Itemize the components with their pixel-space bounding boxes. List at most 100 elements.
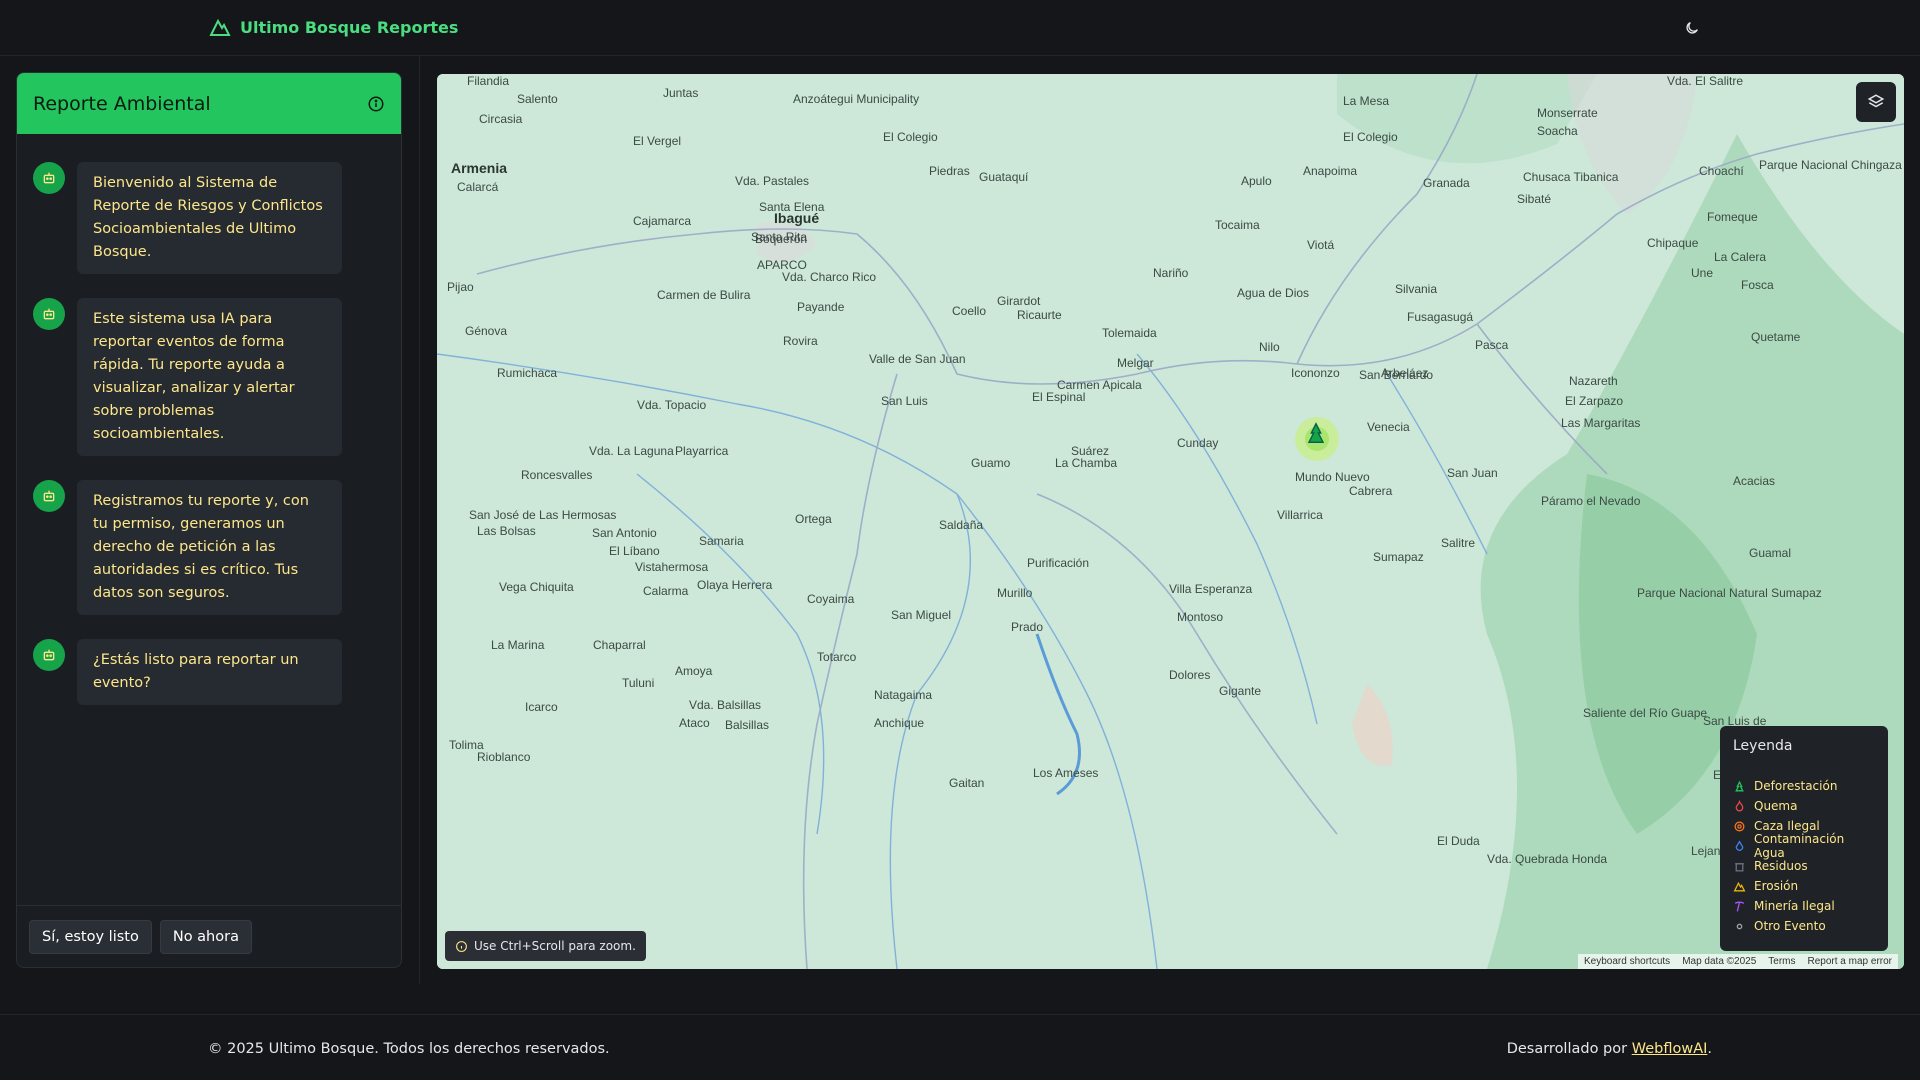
map-place-label: Carmen Apicala xyxy=(1057,378,1142,392)
pickaxe-icon xyxy=(1733,900,1746,913)
map-place-label: Guataquí xyxy=(979,170,1029,184)
info-icon[interactable] xyxy=(367,95,385,113)
not-now-button[interactable]: No ahora xyxy=(159,919,252,954)
layers-icon xyxy=(1867,94,1885,108)
map-place-label: Villarrica xyxy=(1277,508,1323,522)
map-place-label: Gaitan xyxy=(949,776,985,790)
map-place-label: Vda. Balsillas xyxy=(689,698,762,712)
layers-button[interactable] xyxy=(1856,82,1896,122)
map-place-label: Fosca xyxy=(1741,278,1774,292)
map-place-label: Amoya xyxy=(675,664,713,678)
legend-item: Minería Ilegal xyxy=(1733,896,1875,916)
map-place-label: Melgar xyxy=(1117,356,1154,370)
map-place-label: Vega Chiquita xyxy=(499,580,574,594)
map-place-label: Gigante xyxy=(1219,684,1262,698)
zoom-hint: Use Ctrl+Scroll para zoom. xyxy=(445,931,646,961)
terms-link[interactable]: Terms xyxy=(1768,956,1795,967)
map-legend: Leyenda Deforestación Quema Caza Ilegal Con… xyxy=(1720,726,1888,951)
legend-item: Quema xyxy=(1733,796,1875,816)
map-place-label: Playarrica xyxy=(675,444,729,458)
legend-label: Contaminación Agua xyxy=(1754,832,1845,860)
legend-label: Residuos xyxy=(1754,859,1808,873)
droplet-icon xyxy=(1733,839,1746,853)
map-view[interactable]: Filandia Salento Juntas Anzoátegui Municipa… xyxy=(437,74,1904,969)
map-attribution: Keyboard shortcuts Map data ©2025 Terms … xyxy=(1578,954,1898,969)
map-place-label: Filandia xyxy=(467,74,510,88)
map-place-label: Une xyxy=(1691,266,1714,280)
map-place-label: Fusagasugá xyxy=(1407,310,1474,324)
robot-icon xyxy=(43,649,55,661)
keyboard-shortcuts-link[interactable]: Keyboard shortcuts xyxy=(1584,956,1670,967)
map-place-label: Girardot xyxy=(997,294,1041,308)
brand-title: Ultimo Bosque Reportes xyxy=(240,17,459,37)
map-place-label: Calarma xyxy=(643,584,689,598)
map-place-label: Silvania xyxy=(1395,282,1438,296)
map-place-label: Tuluni xyxy=(622,676,655,690)
map-place-label: El Colegio xyxy=(883,130,938,144)
message-list: Bienvenido al Sistema de Reporte de Ries… xyxy=(33,162,385,729)
map-place-label: Vda. Topacio xyxy=(637,398,707,412)
map-place-label: Venecia xyxy=(1367,420,1410,434)
ready-button[interactable]: Sí, estoy listo xyxy=(29,919,152,954)
map-place-label: Chipaque xyxy=(1647,236,1699,250)
map-place-label: El Colegio xyxy=(1343,130,1398,144)
map-place-label: Coyaima xyxy=(807,592,855,606)
legend-item: Deforestación xyxy=(1733,776,1875,796)
map-place-label: Parque Nacional Natural Sumapaz xyxy=(1637,586,1822,600)
map-place-label: San Antonio xyxy=(592,526,657,540)
robot-icon xyxy=(43,308,55,320)
webflowai-link[interactable]: WebflowAI xyxy=(1632,1041,1708,1057)
map-place-label: Nilo xyxy=(1259,340,1280,354)
map-place-label: Totarco xyxy=(817,650,857,664)
map-place-label: Carmen de Bulira xyxy=(657,288,751,302)
message-bubble: Bienvenido al Sistema de Reporte de Ries… xyxy=(77,162,342,274)
map-place-label: Rioblanco xyxy=(477,750,531,764)
chat-actions: Sí, estoy listo No ahora xyxy=(17,905,401,967)
map-place-label: Juntas xyxy=(663,86,699,100)
dot-icon xyxy=(1733,920,1746,933)
report-error-link[interactable]: Report a map error xyxy=(1808,956,1892,967)
map-place-label: San José de Las Hermosas xyxy=(469,508,617,522)
map-place-label: Santa Rita xyxy=(751,230,808,244)
map-place-label: Ataco xyxy=(679,716,710,730)
map-place-label: Ricaurte xyxy=(1017,308,1062,322)
theme-toggle-button[interactable] xyxy=(1680,16,1704,40)
moon-icon xyxy=(1686,22,1698,34)
map-place-label: Anzoátegui Municipality xyxy=(793,92,920,106)
map-place-label: Vda. Pastales xyxy=(735,174,810,188)
map-place-label: Chusaca Tibanica xyxy=(1523,170,1619,184)
map-place-label: Rumichaca xyxy=(497,366,558,380)
mountain-icon xyxy=(209,18,231,36)
map-place-label: Pasca xyxy=(1475,338,1509,352)
map-place-label: Saliente del Río Guape xyxy=(1583,706,1708,720)
map-place-label: San Luis xyxy=(881,394,928,408)
map-place-label: La Calera xyxy=(1714,250,1767,264)
map-place-label: La Marina xyxy=(491,638,545,652)
fire-icon xyxy=(1733,799,1746,813)
map-place-label: Soacha xyxy=(1537,124,1578,138)
bot-avatar xyxy=(33,298,65,330)
top-bar: Ultimo Bosque Reportes xyxy=(0,0,1920,56)
map-place-label: Nariño xyxy=(1153,266,1189,280)
map-place-label: Las Bolsas xyxy=(477,524,536,538)
bot-avatar xyxy=(33,480,65,512)
map-place-label: Choachí xyxy=(1699,164,1744,178)
map-place-label: Agua de Dios xyxy=(1237,286,1310,300)
map-place-label: Sibaté xyxy=(1517,192,1552,206)
map-place-label: Parque Nacional Chingaza xyxy=(1759,158,1902,172)
report-marker-deforestation[interactable] xyxy=(1301,419,1331,447)
map-place-label: Chaparral xyxy=(593,638,646,652)
map-place-label: Génova xyxy=(465,324,508,338)
map-place-label: La Chamba xyxy=(1055,456,1118,470)
map-place-label: Viotá xyxy=(1307,238,1335,252)
zoom-hint-text: Use Ctrl+Scroll para zoom. xyxy=(474,939,636,953)
map-place-label: Pijao xyxy=(447,280,474,294)
column-divider xyxy=(419,56,420,984)
credits-suffix: . xyxy=(1707,1041,1712,1057)
map-place-label: Murillo xyxy=(997,586,1033,600)
map-place-label: Vistahermosa xyxy=(635,560,709,574)
map-place-label: Dolores xyxy=(1169,668,1211,682)
legend-label: Minería Ilegal xyxy=(1754,899,1835,913)
brand-link[interactable]: Ultimo Bosque Reportes xyxy=(208,15,458,39)
map-place-label: Fomeque xyxy=(1707,210,1758,224)
